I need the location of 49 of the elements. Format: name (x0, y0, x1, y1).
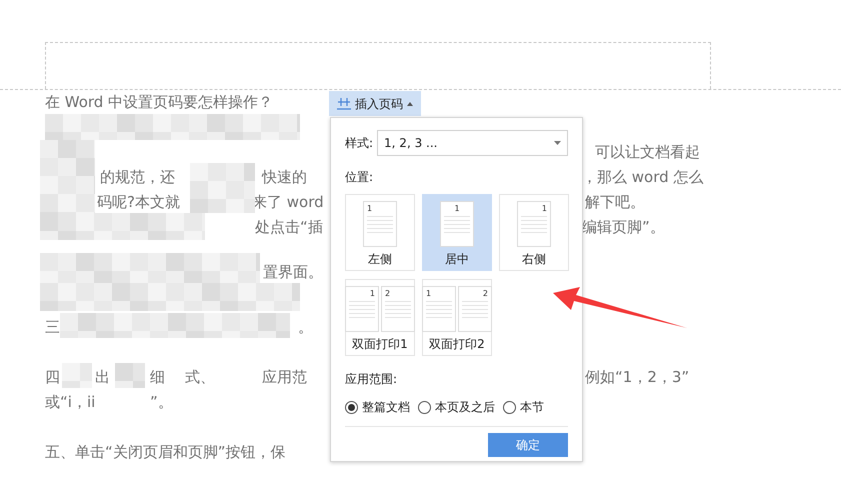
body-text: 在 Word 中设置页码要怎样操作？ (45, 92, 274, 113)
body-text: 处点击“插 (255, 217, 323, 238)
position-option[interactable]: 1 右侧 (499, 194, 569, 271)
position-option[interactable]: 1 左侧 (345, 194, 415, 271)
body-text: 编辑页脚”。 (582, 217, 665, 238)
body-text: 细 (150, 367, 165, 388)
option-label: 左侧 (368, 251, 392, 267)
body-text: 可以让文档看起 (595, 142, 700, 163)
body-text: 式、 (185, 367, 215, 388)
option-label: 双面打印1 (352, 336, 408, 352)
page-number: 1 (542, 204, 547, 213)
body-text: 五、单击“关闭页眉和页脚”按钮，保 (45, 442, 286, 463)
position-option[interactable]: 1 居中 (422, 194, 492, 271)
body-text: 例如“1，2，3” (585, 367, 690, 388)
body-text: 。 (298, 317, 313, 338)
page-number: 1 (367, 204, 372, 213)
page-number: 1 (426, 289, 432, 298)
body-text: 应用范 (262, 367, 307, 388)
scope-radio[interactable]: 本节 (503, 398, 544, 416)
body-text: ，那么 word 怎么 (582, 167, 704, 188)
caret-icon (407, 102, 413, 106)
page-number: 1 (454, 204, 460, 213)
body-text: 解下吧。 (585, 192, 645, 213)
body-text: 或“i，ii (45, 392, 96, 413)
option-label: 双面打印2 (429, 336, 485, 352)
position-option[interactable]: 1 2 双面打印2 (422, 279, 492, 356)
page-number: 2 (385, 289, 390, 298)
position-option[interactable]: 1 2 双面打印1 (345, 279, 415, 356)
page-number: 1 (370, 289, 375, 298)
body-text: 三 (45, 317, 60, 338)
body-text: 码呢?本文就 (97, 192, 180, 213)
scope-radio[interactable]: 整篇文档 (345, 398, 410, 416)
style-select[interactable]: 1, 2, 3 ... (377, 130, 568, 156)
insert-page-number-button[interactable]: 插入页码 (329, 91, 421, 116)
body-text: ”。 (150, 392, 173, 413)
scope-radio[interactable]: 本页及之后 (418, 398, 495, 416)
position-label: 位置: (345, 169, 374, 186)
body-text: 的规范，还 (100, 167, 175, 188)
option-label: 居中 (445, 251, 469, 267)
page-number: 2 (482, 289, 488, 298)
option-label: 右侧 (522, 251, 546, 267)
page-number-icon (337, 98, 351, 110)
body-text: 四 (45, 367, 60, 388)
style-label: 样式: (345, 135, 374, 152)
scope-label: 应用范围: (345, 371, 398, 388)
body-text: 置界面。 (263, 262, 323, 283)
body-text: 快速的 (262, 167, 307, 188)
body-text: 出 (95, 367, 110, 388)
dropdown-caret-icon (554, 141, 561, 145)
